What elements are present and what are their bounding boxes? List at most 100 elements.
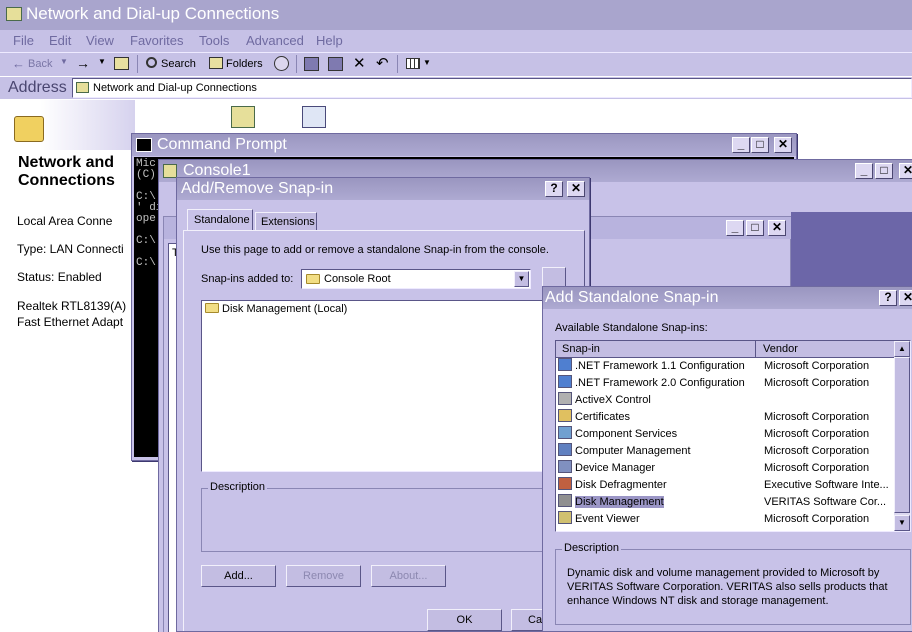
scroll-up-button[interactable]: ▲: [894, 341, 910, 357]
views-icon[interactable]: [406, 58, 420, 69]
back-arrow-icon[interactable]: ←: [12, 56, 25, 71]
up-folder-icon[interactable]: [114, 57, 129, 70]
folders-button-label[interactable]: Folders: [226, 58, 263, 70]
menu-edit[interactable]: Edit: [49, 33, 71, 48]
help-button[interactable]: ?: [879, 290, 897, 306]
snapin-icon: [558, 443, 572, 456]
snapin-name: Computer Management: [575, 445, 691, 457]
toolbar-separator: [296, 55, 297, 73]
add-remove-snapin-dialog: Add/Remove Snap-in ? ✕ Standalone Extens…: [176, 177, 590, 632]
menu-advanced[interactable]: Advanced: [246, 33, 304, 48]
move-to-icon[interactable]: [304, 57, 319, 71]
snapin-icon: [558, 494, 572, 507]
forward-dropdown-icon[interactable]: ▼: [98, 57, 106, 66]
vertical-scrollbar[interactable]: ▲ ▼: [894, 341, 910, 531]
maximize-button[interactable]: □: [751, 137, 769, 153]
table-row[interactable]: Event Viewer Microsoft Corporation: [558, 511, 894, 528]
table-row[interactable]: Computer Management Microsoft Corporation: [558, 443, 894, 460]
close-button[interactable]: ✕: [768, 220, 786, 236]
menu-help[interactable]: Help: [316, 33, 343, 48]
table-row[interactable]: ActiveX Control: [558, 392, 894, 409]
search-button-label[interactable]: Search: [161, 58, 196, 70]
snapin-icon: [558, 460, 572, 473]
address-field[interactable]: Network and Dial-up Connections: [72, 78, 912, 98]
tab-standalone-label: Standalone: [194, 214, 250, 226]
snapin-vendor: Microsoft Corporation: [764, 411, 870, 423]
snapin-vendor: Microsoft Corporation: [764, 377, 870, 389]
snapins-list[interactable]: Disk Management (Local): [201, 300, 567, 472]
copy-to-icon[interactable]: [328, 57, 343, 71]
menu-favorites[interactable]: Favorites: [130, 33, 183, 48]
snapins-value: Console Root: [324, 273, 391, 285]
close-button[interactable]: ✕: [899, 163, 912, 179]
connection-item-icon[interactable]: [302, 106, 326, 128]
connection-item-icon[interactable]: [231, 106, 255, 128]
table-row[interactable]: Disk Management VERITAS Software Cor...: [558, 494, 894, 511]
maximize-button[interactable]: □: [875, 163, 893, 179]
column-header-snapin[interactable]: Snap-in: [556, 341, 756, 357]
toolbar-separator: [137, 55, 138, 73]
minimize-button[interactable]: _: [855, 163, 873, 179]
back-button-label[interactable]: Back: [28, 58, 52, 70]
remove-button[interactable]: Remove: [286, 565, 361, 587]
cmd-titlebar[interactable]: Command Prompt _ □ ✕: [132, 134, 796, 156]
explorer-titlebar[interactable]: Network and Dial-up Connections: [0, 0, 912, 30]
snapin-icon: [558, 375, 572, 388]
snapins-table[interactable]: Snap-in Vendor .NET Framework 1.1 Config…: [555, 340, 911, 532]
add-button[interactable]: Add...: [201, 565, 276, 587]
menu-view[interactable]: View: [86, 33, 114, 48]
snapins-select[interactable]: Console Root ▼: [301, 269, 531, 289]
delete-icon[interactable]: ✕: [353, 54, 366, 72]
menu-file[interactable]: File: [13, 33, 34, 48]
snapin-icon: [558, 477, 572, 490]
ok-button[interactable]: OK: [427, 609, 502, 631]
address-folder-icon: [76, 82, 89, 93]
snapin-name: Device Manager: [575, 462, 656, 474]
detail-type: Type: LAN Connecti: [17, 242, 124, 256]
search-icon[interactable]: [146, 57, 157, 68]
detail-status: Status: Enabled: [17, 270, 102, 284]
snapins-label: Snap-ins added to:: [201, 273, 294, 285]
snapin-icon: [558, 511, 572, 524]
menu-tools[interactable]: Tools: [199, 33, 229, 48]
about-button[interactable]: About...: [371, 565, 446, 587]
minimize-button[interactable]: _: [726, 220, 744, 236]
close-button[interactable]: ✕: [899, 290, 912, 306]
back-dropdown-icon[interactable]: ▼: [60, 57, 68, 66]
minimize-button[interactable]: _: [732, 137, 750, 153]
add-standalone-titlebar[interactable]: Add Standalone Snap-in ? ✕: [543, 287, 912, 309]
table-row[interactable]: .NET Framework 1.1 Configuration Microsof…: [558, 358, 894, 375]
add-remove-titlebar[interactable]: Add/Remove Snap-in ? ✕: [177, 178, 589, 200]
intro-text: Use this page to add or remove a standal…: [201, 244, 549, 256]
history-icon[interactable]: [274, 56, 289, 71]
table-row[interactable]: Component Services Microsoft Corporation: [558, 426, 894, 443]
help-button[interactable]: ?: [545, 181, 563, 197]
explorer-window-icon: [6, 7, 22, 21]
console1-icon: [163, 164, 177, 178]
snapin-icon: [558, 426, 572, 439]
scroll-thumb[interactable]: [894, 357, 910, 513]
tab-extensions[interactable]: Extensions: [255, 212, 317, 231]
explorer-title: Network and Dial-up Connections: [26, 4, 280, 23]
table-row[interactable]: Disk Defragmenter Executive Software Inte…: [558, 477, 894, 494]
close-button[interactable]: ✕: [567, 181, 585, 197]
table-row[interactable]: .NET Framework 2.0 Configuration Microsof…: [558, 375, 894, 392]
close-button[interactable]: ✕: [774, 137, 792, 153]
undo-icon[interactable]: ↶: [376, 54, 389, 72]
list-item[interactable]: Disk Management (Local): [205, 303, 347, 315]
folders-icon[interactable]: [209, 57, 223, 69]
dropdown-arrow-icon[interactable]: ▼: [514, 271, 529, 287]
views-dropdown-icon[interactable]: ▼: [423, 58, 431, 67]
address-value: Network and Dial-up Connections: [93, 82, 257, 94]
scroll-down-button[interactable]: ▼: [894, 515, 910, 531]
description-label: Description: [208, 481, 268, 493]
column-header-vendor[interactable]: Vendor: [757, 341, 894, 357]
forward-arrow-icon[interactable]: →: [76, 55, 90, 71]
add-remove-title: Add/Remove Snap-in: [181, 180, 334, 197]
maximize-button[interactable]: □: [746, 220, 764, 236]
table-row[interactable]: Device Manager Microsoft Corporation: [558, 460, 894, 477]
tab-standalone[interactable]: Standalone: [187, 209, 253, 231]
available-label: Available Standalone Snap-ins:: [555, 322, 708, 334]
table-row[interactable]: Certificates Microsoft Corporation: [558, 409, 894, 426]
address-bar: Address Network and Dial-up Connections: [0, 77, 912, 99]
